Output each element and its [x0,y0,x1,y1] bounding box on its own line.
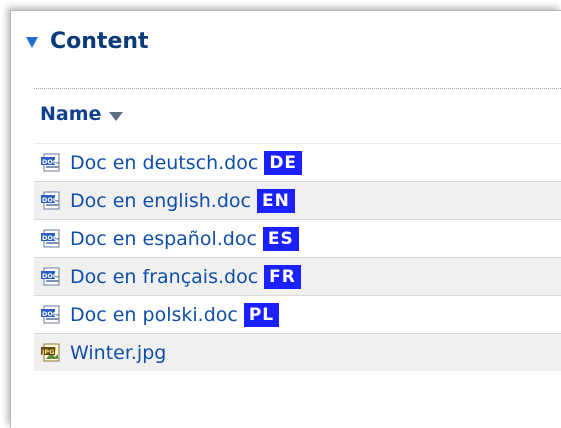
jpg-file-icon[interactable]: JPG [40,342,62,364]
section-title: Content [50,28,149,54]
list-item[interactable]: DOC Doc en français.doc FR [34,257,561,295]
file-name-link[interactable]: Doc en français.doc [70,266,258,288]
file-name-link[interactable]: Doc en deutsch.doc [70,152,258,174]
svg-text:JPG: JPG [41,348,55,356]
doc-file-icon[interactable]: DOC [40,190,62,212]
language-badge: PL [243,302,280,327]
file-name-link[interactable]: Doc en español.doc [70,228,257,250]
file-name-link[interactable]: Winter.jpg [70,342,166,364]
list-item[interactable]: DOC Doc en español.doc ES [34,219,561,257]
triangle-down-icon[interactable] [26,36,38,48]
list-item[interactable]: JPG Winter.jpg [34,333,561,371]
language-badge: DE [264,150,303,175]
list-item[interactable]: DOC Doc en deutsch.doc DE [34,143,561,181]
svg-text:DOC: DOC [42,234,58,242]
list-item[interactable]: DOC Doc en english.doc EN [34,181,561,219]
sort-desc-icon[interactable] [109,112,124,121]
doc-file-icon[interactable]: DOC [40,266,62,288]
svg-text:DOC: DOC [42,158,58,166]
screen: Content Name DOC Doc en deutsch.doc DE D… [0,0,561,428]
language-badge: ES [262,226,299,251]
column-name-label[interactable]: Name [40,103,101,125]
file-list: DOC Doc en deutsch.doc DE DOC Doc en eng… [34,143,561,371]
svg-text:DOC: DOC [42,196,58,204]
language-badge: FR [264,264,301,289]
doc-file-icon[interactable]: DOC [40,152,62,174]
list-item[interactable]: DOC Doc en polski.doc PL [34,295,561,333]
file-name-link[interactable]: Doc en english.doc [70,190,251,212]
divider [34,88,561,89]
svg-text:DOC: DOC [42,310,58,318]
doc-file-icon[interactable]: DOC [40,304,62,326]
svg-text:DOC: DOC [42,272,58,280]
column-header-name[interactable]: Name [40,99,124,129]
language-badge: EN [256,188,295,213]
file-name-link[interactable]: Doc en polski.doc [70,304,238,326]
doc-file-icon[interactable]: DOC [40,228,62,250]
section-header[interactable]: Content [26,27,149,55]
